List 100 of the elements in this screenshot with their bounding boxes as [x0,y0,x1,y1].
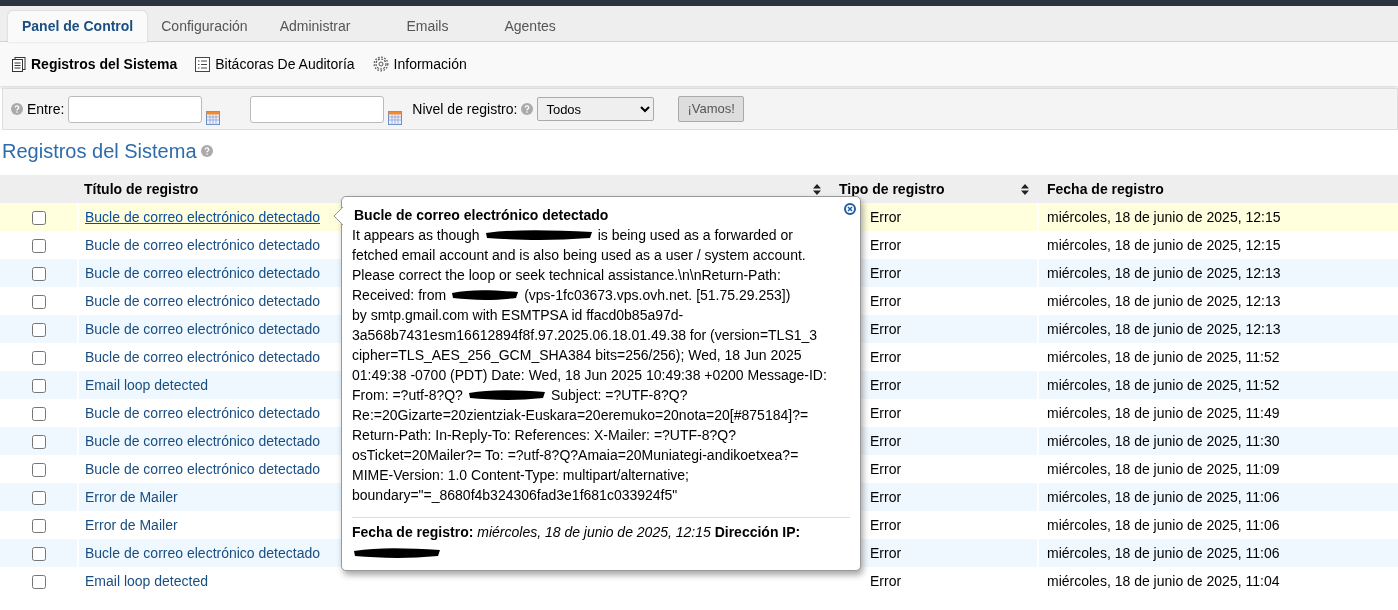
row-checkbox[interactable] [31,434,46,449]
message-text: From: =?utf-8?Q? [352,386,463,405]
table-cell-text: miércoles, 18 de junio de 2025, 11:30 [1046,432,1280,449]
row-checkbox[interactable] [31,406,46,421]
documents-icon [12,56,26,72]
table-cell-text: Error [870,431,902,451]
message-text: cipher=TLS_AES_256_GCM_SHA384 bits=256/256); Wed, 18 Jun 2025 [352,346,802,365]
log-title-link[interactable]: Bucle de correo electrónico detectado [79,292,321,309]
message-text: by smtp.gmail.com with ESMTPSA id ffacd0b85a97d- [352,306,684,325]
log-title-link[interactable]: Bucle de correo electrónico detectado [79,544,321,561]
message-text: Return-Path: In-Reply-To: References: X-Mailer: =?UTF-8?Q? [352,426,736,445]
table-cell-text: Error [870,487,902,507]
page-title: Registros del Sistema [2,139,197,163]
calendar-icon[interactable] [388,111,403,125]
field-label: Entre: [27,99,65,119]
message-text: Please correct the loop or seek technical assistance.\n\nReturn-Path: [352,266,781,285]
field-label: Nivel de registro: [412,99,518,119]
message-text: 01:49:38 -0700 (PDT) Date: Wed, 18 Jun 2025 10:49:38 +0200 Message-ID: [352,366,827,385]
subnav-link[interactable]: Información [372,53,467,75]
table-cell-text: Error [870,375,902,395]
gear-icon [372,56,389,72]
log-title-link[interactable]: Email loop detected [79,572,208,589]
message-text: Received: from [352,286,447,305]
row-checkbox[interactable] [31,518,46,533]
message-text: boundary="=_8680f4b324306fad3e1f681c033924f5" [352,486,678,505]
nav-tab[interactable]: Emails [392,11,463,42]
log-title-link[interactable]: Error de Mailer [79,488,178,505]
subnav-link[interactable]: Registros del Sistema [12,53,178,75]
calendar-icon[interactable] [206,111,221,125]
message-text: fetched email account and is also being used as a user / system account. [352,246,806,265]
redaction-mark [450,288,521,302]
message-text: It appears as though [352,226,480,245]
table-cell-text: miércoles, 18 de junio de 2025, 11:06 [1046,544,1280,561]
message-text: MIME-Version: 1.0 Content-Type: multipart/alternative; [352,466,689,485]
table-cell-text: Error [870,291,902,311]
table-cell-text: Error [870,459,902,479]
log-title-link[interactable]: Bucle de correo electrónico detectado [79,404,321,421]
table-cell-text: miércoles, 18 de junio de 2025, 11:06 [1046,488,1280,505]
row-checkbox[interactable] [31,350,46,365]
table-cell-text: miércoles, 18 de junio de 2025, 11:49 [1046,404,1280,421]
row-checkbox[interactable] [31,238,46,253]
row-checkbox[interactable] [31,490,46,505]
table-cell-text: Error [870,543,902,563]
column-header[interactable]: Título de registro [79,178,199,200]
table-cell-text: miércoles, 18 de junio de 2025, 12:13 [1046,292,1281,309]
log-title-link[interactable]: Error de Mailer [79,516,178,533]
row-checkbox[interactable] [31,210,46,225]
table-cell-text: Error [870,319,902,339]
table-cell-text: Error [870,515,902,535]
message-text: Subject: =?UTF-8?Q? [550,386,688,405]
log-title-link[interactable]: Bucle de correo electrónico detectado [79,348,321,365]
log-title-link[interactable]: Bucle de correo electrónico detectado [79,208,321,225]
table-cell-text: miércoles, 18 de junio de 2025, 11:52 [1046,376,1280,393]
submit-button[interactable]: ¡Vamos! [678,96,744,122]
nav-tab[interactable]: Agentes [490,11,570,42]
log-title-link[interactable]: Bucle de correo electrónico detectado [79,264,321,281]
message-text: (vps-1fc03673.vps.ovh.net. [51.75.29.253]) [524,286,791,305]
help-icon [11,103,23,115]
message-text: Re:=20Gizarte=20zientziak-Euskara=20eremuko=20nota=20[#875184]?= [352,406,809,425]
table-cell-text: Error [870,263,902,283]
nav-tab[interactable]: Configuración [147,11,262,42]
log-title-link[interactable]: Bucle de correo electrónico detectado [79,236,321,253]
table-cell-text: miércoles, 18 de junio de 2025, 11:04 [1046,572,1280,589]
table-cell-text: Error [870,347,902,367]
date-field[interactable] [68,95,203,123]
log-title-link[interactable]: Bucle de correo electrónico detectado [79,460,321,477]
table-cell-text: Error [870,403,902,423]
sort-icon[interactable] [1021,183,1029,195]
log-meta-text: Fecha de registro: miércoles, 18 de junio de 2025, 12:15 Dirección IP: [352,523,802,542]
table-cell-text: Error [870,571,902,591]
subnav-link[interactable]: Bitácoras De Auditoría [195,53,355,75]
message-text: is being used as a forwarded or [597,226,793,245]
help-icon [521,103,534,115]
table-cell-text: miércoles, 18 de junio de 2025, 11:06 [1046,516,1280,533]
row-checkbox[interactable] [31,378,46,393]
table-cell-text: miércoles, 18 de junio de 2025, 11:52 [1046,348,1280,365]
message-text: 3a568b7431esm16612894f8f.97.2025.06.18.01.49.38 for (version=TLS1_3 [352,326,818,345]
popover-title: Bucle de correo electrónico detectado [353,206,610,225]
log-title-link[interactable]: Bucle de correo electrónico detectado [79,432,321,449]
row-checkbox[interactable] [31,322,46,337]
row-checkbox[interactable] [31,574,46,589]
sort-icon[interactable] [813,183,821,195]
table-cell-text: miércoles, 18 de junio de 2025, 12:13 [1046,320,1281,337]
row-checkbox[interactable] [31,462,46,477]
date-field[interactable] [250,95,385,123]
row-checkbox[interactable] [31,294,46,309]
help-icon [200,145,213,157]
table-cell-text: miércoles, 18 de junio de 2025, 12:15 [1046,236,1281,253]
level-select[interactable]: Todos [537,97,655,121]
table-cell-text: Error [870,207,902,227]
table-cell-text: miércoles, 18 de junio de 2025, 12:13 [1046,264,1281,281]
log-title-link[interactable]: Bucle de correo electrónico detectado [79,320,321,337]
row-checkbox[interactable] [31,546,46,561]
list-icon [195,56,211,72]
nav-tab[interactable]: Panel de Control [8,11,148,42]
nav-tab[interactable]: Administrar [265,11,365,42]
row-checkbox[interactable] [31,266,46,281]
table-cell-text: miércoles, 18 de junio de 2025, 12:15 [1046,208,1281,225]
close-button[interactable] [844,203,856,215]
log-title-link[interactable]: Email loop detected [79,376,208,393]
